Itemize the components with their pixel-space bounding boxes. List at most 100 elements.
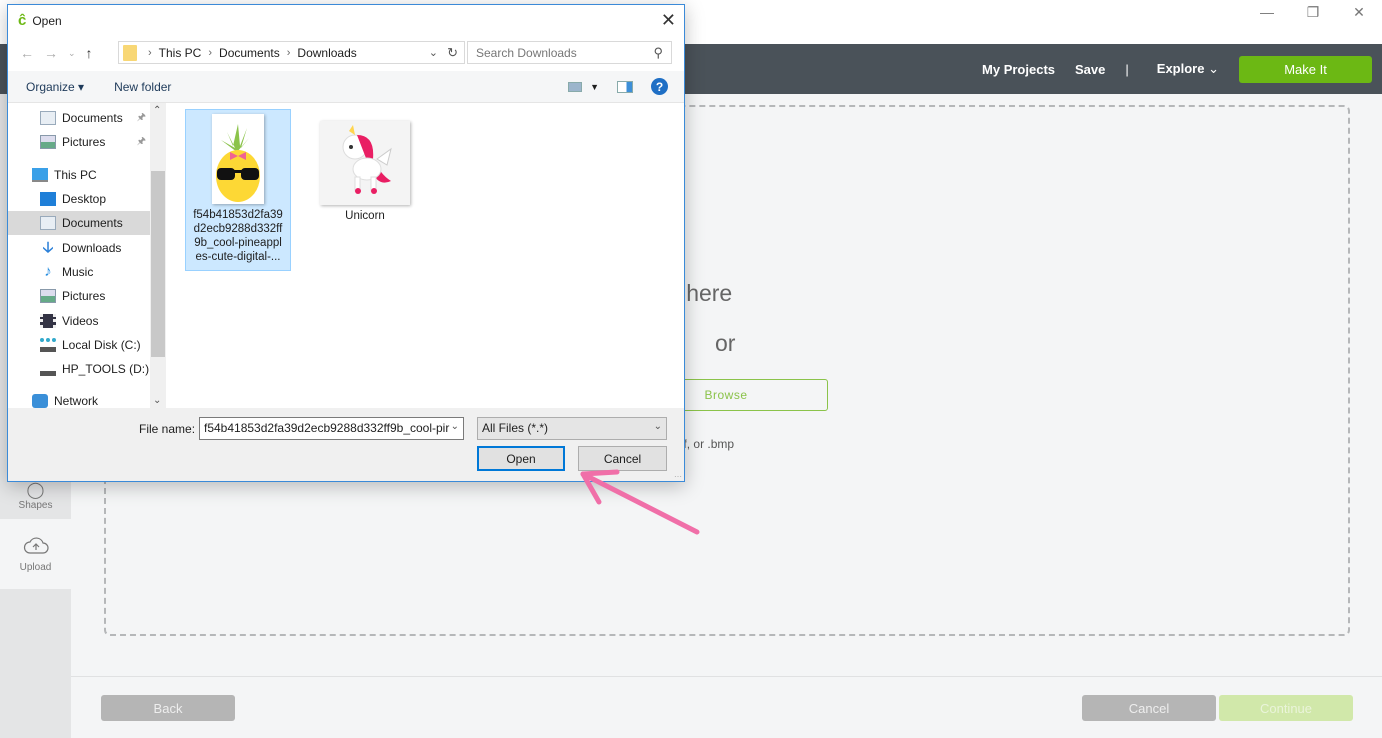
chevron-right-icon: › — [286, 46, 291, 59]
forward-arrow-icon[interactable]: → — [44, 45, 58, 61]
document-icon — [40, 216, 56, 230]
scrollbar-thumb[interactable] — [151, 171, 165, 357]
nav-item-hp-tools[interactable]: HP_TOOLS (D:) — [8, 357, 150, 381]
dialog-title: Open — [32, 13, 62, 28]
pin-icon: 🖈 — [136, 111, 146, 123]
refresh-icon[interactable]: ↻ — [447, 45, 458, 61]
file-item-pineapple[interactable]: f54b41853d2fa39 d2ecb9288d332ff 9b_cool-… — [185, 109, 291, 271]
file-name-label: File name: — [139, 422, 196, 436]
nav-item-documents[interactable]: Documents — [8, 211, 150, 235]
or-text: or — [715, 330, 736, 356]
search-input[interactable]: Search Downloads ⚲ — [467, 41, 672, 64]
back-arrow-icon[interactable]: ← — [20, 45, 34, 61]
file-name: f54b41853d2fa39 d2ecb9288d332ff 9b_cool-… — [193, 209, 283, 263]
navigation-pane: Documents 🖈 Pictures 🖈 This PC Desktop D… — [8, 103, 166, 408]
cloud-upload-icon — [23, 536, 49, 554]
file-item-unicorn[interactable]: Unicorn — [312, 117, 418, 223]
explore-label: Explore — [1156, 61, 1205, 76]
nav-label: Network — [54, 394, 99, 408]
address-dropdown-icon[interactable]: ⌄ — [429, 46, 438, 59]
file-list: f54b41853d2fa39 d2ecb9288d332ff 9b_cool-… — [166, 103, 684, 408]
download-icon: 🡣 — [42, 239, 54, 256]
pineapple-thumbnail — [212, 114, 264, 204]
breadcrumb-downloads[interactable]: Downloads — [297, 46, 356, 60]
nav-item-downloads[interactable]: 🡣 Downloads — [8, 236, 150, 260]
pin-icon: 🖈 — [136, 135, 146, 147]
preview-pane-icon[interactable] — [617, 80, 633, 93]
file-type-value: All Files (*.*) — [482, 421, 549, 435]
save-link[interactable]: Save — [1075, 62, 1105, 77]
file-name-input[interactable]: f54b41853d2fa39d2ecb9288d332ff9b_cool-pi… — [199, 417, 464, 440]
nav-item-this-pc[interactable]: This PC — [8, 163, 150, 187]
breadcrumb-this-pc[interactable]: This PC — [159, 46, 202, 60]
nav-label: Pictures — [62, 135, 106, 149]
help-icon[interactable]: ? — [651, 78, 668, 95]
drive-icon — [40, 338, 56, 352]
chevron-right-icon: › — [148, 46, 152, 59]
scroll-down-icon[interactable]: ⌄ — [153, 395, 161, 406]
view-icon — [568, 81, 583, 92]
organize-menu[interactable]: Organize ▾ — [26, 80, 84, 94]
nav-item-documents-quick[interactable]: Documents 🖈 — [8, 106, 150, 130]
minimize-button[interactable]: — — [1244, 0, 1290, 24]
explore-menu[interactable]: Explore ⌄ — [1157, 61, 1219, 77]
nav-label: Local Disk (C:) — [62, 338, 141, 352]
chevron-down-icon: ⌄ — [1208, 61, 1219, 76]
change-view-button[interactable]: ▼ — [568, 81, 599, 92]
nav-label: Desktop — [62, 192, 107, 206]
rail-label-shapes: Shapes — [18, 500, 53, 511]
restore-button[interactable]: ❐ — [1290, 0, 1336, 24]
drive-icon — [40, 362, 56, 376]
computer-icon — [32, 168, 48, 182]
nav-label: Documents — [62, 216, 123, 230]
nav-label: Documents — [62, 111, 123, 125]
search-placeholder: Search Downloads — [476, 45, 577, 60]
nav-item-pictures-quick[interactable]: Pictures 🖈 — [8, 130, 150, 154]
desktop-icon — [40, 192, 56, 206]
make-it-button[interactable]: Make It — [1239, 55, 1372, 83]
continue-button[interactable]: Continue — [1219, 695, 1353, 721]
file-name: Unicorn — [345, 210, 385, 222]
pointer-arrow-annotation — [580, 469, 700, 535]
close-window-button[interactable]: ✕ — [1336, 0, 1382, 24]
nav-label: Pictures — [62, 289, 106, 303]
my-projects-link[interactable]: My Projects — [982, 62, 1055, 77]
chevron-down-icon[interactable]: ⌄ — [451, 421, 459, 432]
cancel-button[interactable]: Cancel — [1082, 695, 1216, 721]
nav-item-videos[interactable]: Videos — [8, 309, 150, 333]
nav-label: Downloads — [62, 241, 122, 255]
up-arrow-icon[interactable]: ↑ — [86, 45, 93, 61]
footer-bar: Back Cancel Continue — [71, 676, 1382, 738]
open-button[interactable]: Open — [477, 446, 565, 471]
nav-label: HP_TOOLS (D:) — [62, 362, 150, 376]
nav-item-pictures[interactable]: Pictures — [8, 284, 150, 308]
back-button[interactable]: Back — [101, 695, 235, 721]
chevron-down-icon: ⌄ — [653, 421, 662, 432]
shapes-icon: ◯ — [26, 482, 45, 499]
rail-item-upload[interactable]: Upload — [0, 519, 71, 589]
scroll-up-icon[interactable]: ⌃ — [153, 105, 161, 116]
chevron-right-icon: › — [208, 46, 213, 59]
address-bar[interactable]: › This PC › Documents › Downloads ⌄ ↻ — [118, 41, 465, 64]
dialog-close-button[interactable]: ✕ — [661, 10, 676, 31]
new-folder-button[interactable]: New folder — [114, 80, 171, 94]
folder-icon — [123, 44, 137, 61]
recent-dropdown-icon[interactable]: ⌄ — [68, 48, 76, 61]
open-file-dialog: ĉ Open ✕ ← → ⌄ ↑ › This PC › Documents ›… — [7, 4, 685, 482]
nav-separator: | — [1125, 61, 1129, 77]
nav-label: Videos — [62, 314, 99, 328]
nav-item-music[interactable]: ♪ Music — [8, 260, 150, 284]
videos-icon — [40, 314, 56, 328]
file-type-select[interactable]: All Files (*.*) ⌄ — [477, 417, 667, 440]
pictures-icon — [40, 289, 56, 303]
breadcrumb-documents[interactable]: Documents — [219, 46, 280, 60]
unicorn-thumbnail — [320, 121, 410, 205]
network-icon — [32, 394, 48, 408]
rail-label-upload: Upload — [19, 561, 52, 573]
pictures-icon — [40, 135, 56, 149]
document-icon — [40, 111, 56, 125]
nav-item-desktop[interactable]: Desktop — [8, 187, 150, 211]
nav-item-local-disk[interactable]: Local Disk (C:) — [8, 333, 150, 357]
nav-scrollbar[interactable]: ⌃ ⌄ — [150, 103, 166, 408]
app-logo-icon: ĉ — [18, 12, 27, 29]
